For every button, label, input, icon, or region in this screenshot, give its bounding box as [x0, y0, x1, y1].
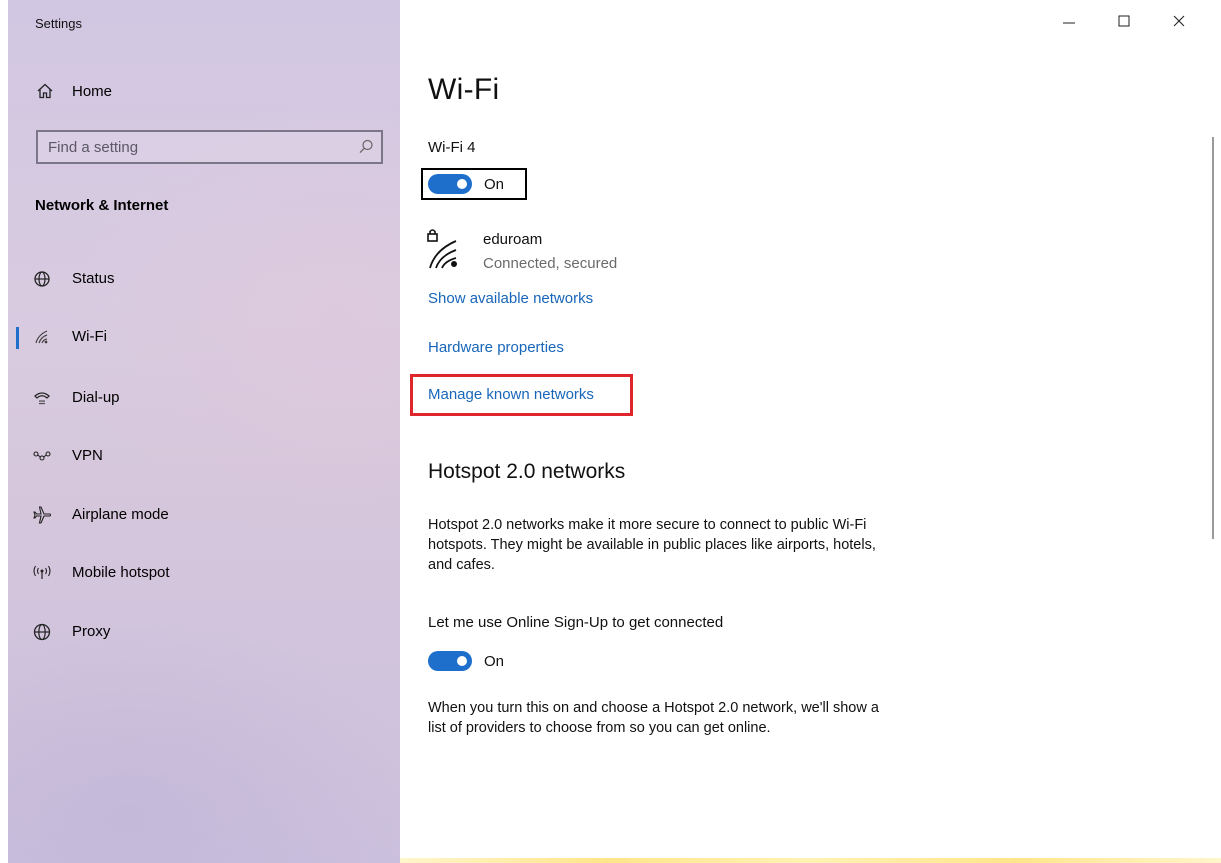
sidebar-item-wifi[interactable]: Wi-Fi — [16, 317, 400, 357]
sidebar-item-label: Status — [72, 270, 115, 287]
hotspot-description-line: hotspots. They might be available in pub… — [428, 537, 876, 553]
sidebar-item-airplane[interactable]: Airplane mode — [16, 495, 400, 535]
sidebar-item-proxy[interactable]: Proxy — [16, 612, 400, 652]
sidebar-item-vpn[interactable]: VPN — [16, 436, 400, 476]
search-input[interactable]: Find a setting — [36, 130, 383, 164]
network-name[interactable]: eduroam — [483, 231, 542, 248]
hotspot-description-line: Hotspot 2.0 networks make it more secure… — [428, 517, 867, 533]
close-button[interactable] — [1164, 8, 1194, 34]
globe-icon — [33, 623, 51, 641]
hotspot-heading: Hotspot 2.0 networks — [428, 460, 626, 483]
signup-toggle-state: On — [484, 653, 505, 670]
minimize-button[interactable] — [1054, 8, 1084, 34]
sidebar-item-mobile-hotspot[interactable]: Mobile hotspot — [16, 553, 400, 593]
search-icon — [359, 139, 373, 154]
airplane-icon — [33, 506, 52, 524]
signup-note-line: list of providers to choose from so you … — [428, 720, 771, 736]
toggle-knob — [457, 179, 467, 189]
app-title: Settings — [35, 16, 82, 31]
hotspot-description-line: and cafes. — [428, 557, 495, 573]
dialup-icon — [34, 392, 50, 405]
close-icon — [1173, 15, 1185, 27]
hotspot-icon — [33, 565, 51, 579]
signup-note-line: When you turn this on and choose a Hotsp… — [428, 700, 879, 716]
search-placeholder: Find a setting — [48, 139, 139, 156]
taskbar-edge — [400, 858, 1221, 863]
sidebar-item-label: Mobile hotspot — [72, 564, 170, 581]
hardware-properties-link[interactable]: Hardware properties — [428, 339, 564, 356]
wifi-toggle-state: On — [484, 176, 505, 193]
nav-home-label: Home — [72, 83, 113, 100]
sidebar: Settings Home Find a setting Network & I… — [8, 0, 400, 863]
toggle-knob — [457, 656, 467, 666]
adapter-label: Wi-Fi 4 — [428, 139, 476, 156]
nav-home[interactable]: Home — [16, 76, 396, 108]
home-icon — [37, 83, 53, 99]
section-title: Network & Internet — [35, 197, 169, 214]
sidebar-item-dialup[interactable]: Dial-up — [16, 378, 400, 418]
signup-note: When you turn this on and choose a Hotsp… — [428, 698, 988, 738]
sidebar-item-status[interactable]: Status — [16, 259, 400, 299]
wifi-secured-icon — [427, 229, 457, 269]
sidebar-item-label: Airplane mode — [72, 506, 169, 523]
signup-toggle[interactable] — [428, 651, 472, 671]
network-status: Connected, secured — [483, 255, 618, 272]
signup-label: Let me use Online Sign-Up to get connect… — [428, 614, 724, 631]
wifi-icon — [35, 330, 48, 344]
sidebar-item-label: Proxy — [72, 623, 111, 640]
hotspot-description: Hotspot 2.0 networks make it more secure… — [428, 515, 988, 575]
manage-known-networks-link[interactable]: Manage known networks — [428, 386, 594, 403]
minimize-icon — [1063, 22, 1075, 24]
maximize-icon — [1118, 15, 1130, 27]
sidebar-item-label: Dial-up — [72, 389, 120, 406]
sidebar-item-label: VPN — [72, 447, 103, 464]
globe-status-icon — [34, 271, 50, 287]
maximize-button[interactable] — [1109, 8, 1139, 34]
page-title: Wi-Fi — [428, 73, 500, 106]
sidebar-item-label: Wi-Fi — [72, 328, 107, 345]
scrollbar[interactable] — [1212, 137, 1214, 539]
wifi-toggle[interactable] — [428, 174, 472, 194]
vpn-icon — [33, 451, 51, 461]
show-available-networks-link[interactable]: Show available networks — [428, 290, 593, 307]
active-indicator — [16, 327, 19, 349]
